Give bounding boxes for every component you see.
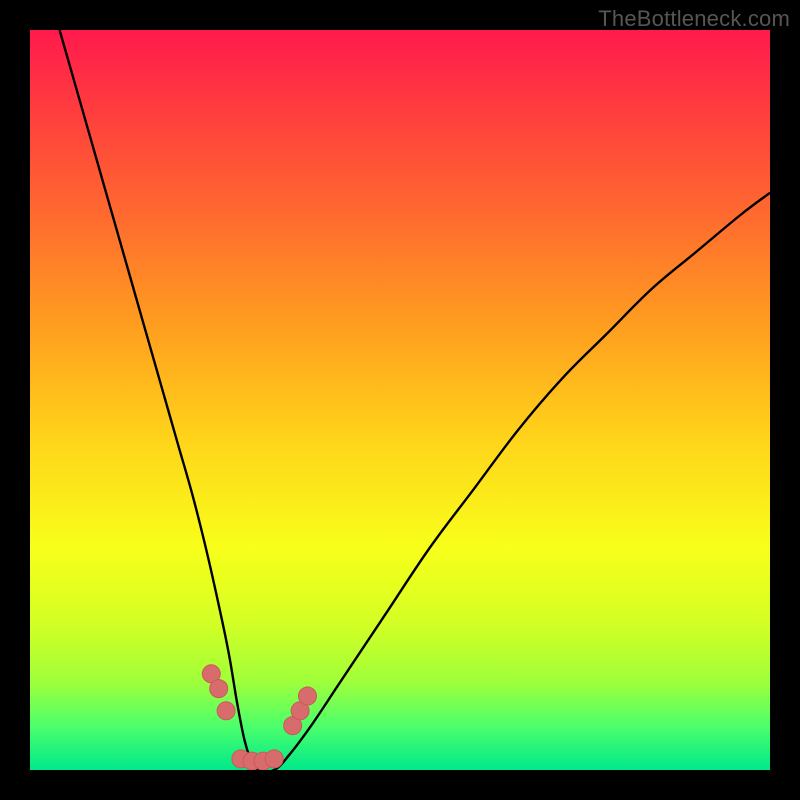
chart-frame: TheBottleneck.com [0,0,800,800]
curve-marker [217,702,235,720]
watermark-text: TheBottleneck.com [598,6,790,32]
plot-area [30,30,770,770]
curve-markers [202,665,316,770]
chart-svg [30,30,770,770]
curve-marker [210,680,228,698]
curve-marker [265,750,283,768]
curve-marker [299,687,317,705]
bottleneck-curve [60,30,770,770]
